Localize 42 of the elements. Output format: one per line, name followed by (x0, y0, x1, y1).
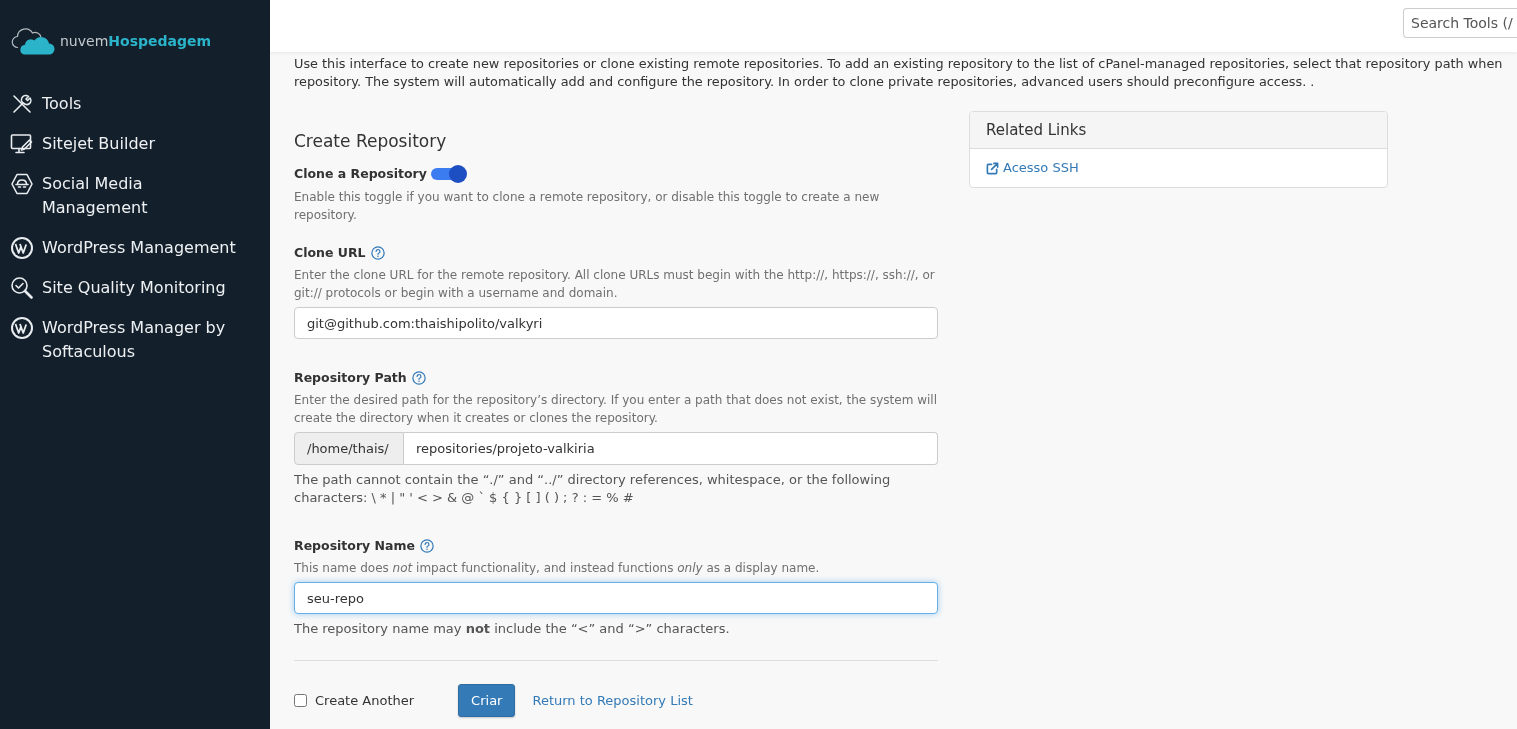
hexagon-icon (10, 172, 34, 196)
field-note: The repository name may not include the “<” and “>” characters. (294, 620, 731, 638)
nav-item[interactable]: WordPress Management (10, 236, 236, 260)
panel-title: Related Links (986, 119, 1087, 141)
intro-text: Use this interface to create new repositories or clone existing remote repositories. To add an existing repository to the list of cPanel-managed repositories, select that repository path when repository. The system will automatically add and configure the repository. In order to clone private repositories, advanced users should preconfigure access. . (294, 55, 1503, 91)
monitor-pencil-icon (10, 132, 34, 156)
path-prefix: /home/thais/ (294, 432, 404, 465)
checkbox[interactable] (294, 694, 307, 707)
help-icon[interactable] (370, 246, 385, 260)
field-note: The path cannot contain the “./” and “../” directory references, whitespace, or the following characters: \ * | " ' < > & @ ` $ { } [ ] ( ) ; ? : = % # (294, 471, 892, 507)
help-text: Enable this toggle if you want to clone a remote repository, or disable this toggle to create a new repository. (294, 189, 881, 224)
help-icon[interactable] (411, 371, 426, 385)
help-icon[interactable] (420, 539, 434, 553)
return-link[interactable]: Return to Repository List (532, 690, 693, 711)
related-link[interactable]: Acesso SSH (986, 159, 1079, 177)
nav-item[interactable]: Tools (10, 92, 82, 116)
section-heading: Create Repository (294, 130, 448, 153)
help-text: Enter the desired path for the repository’s directory. If you enter a path that does not exist, the system will create the directory when it creates or clones the repository. (294, 392, 938, 427)
nav-item[interactable]: WordPress Manager by Softaculous (10, 316, 242, 364)
toggle-label: Clone a Repository (294, 164, 427, 183)
logo-text: nuvemHospedagem (60, 31, 212, 51)
text-field[interactable]: repositories/projeto-valkiria (404, 432, 938, 465)
search-field[interactable]: Search Tools (/ (1403, 8, 1517, 38)
field-label: Repository Name (294, 536, 415, 555)
w-circle-icon (10, 236, 34, 260)
toggle-switch[interactable] (430, 165, 467, 183)
tools-icon (10, 92, 34, 116)
cloud-logo-icon (9, 27, 55, 55)
help-text: Enter the clone URL for the remote repository. All clone URLs must begin with the http://, https://, ssh://, or git:// protocols or begin with a username and domain. (294, 267, 936, 302)
submit-button[interactable]: Criar (458, 684, 516, 717)
nav-item[interactable]: Sitejet Builder (10, 132, 155, 156)
nav-item[interactable]: Social Media Management (10, 172, 242, 220)
text-field[interactable]: seu-repo (294, 582, 938, 614)
help-text: This name does not impact functionality, and instead functions only as a display name. (294, 560, 821, 577)
magnifier-check-icon (10, 276, 34, 300)
field-label: Repository Path (294, 368, 407, 387)
w-circle-icon (10, 316, 34, 340)
external-link-icon (986, 161, 999, 175)
text-field[interactable]: git@github.com:thaishipolito/valkyri (294, 307, 938, 339)
checkbox-label: Create Another (315, 691, 415, 710)
field-label: Clone URL (294, 243, 366, 262)
nav-item[interactable]: Site Quality Monitoring (10, 276, 226, 300)
